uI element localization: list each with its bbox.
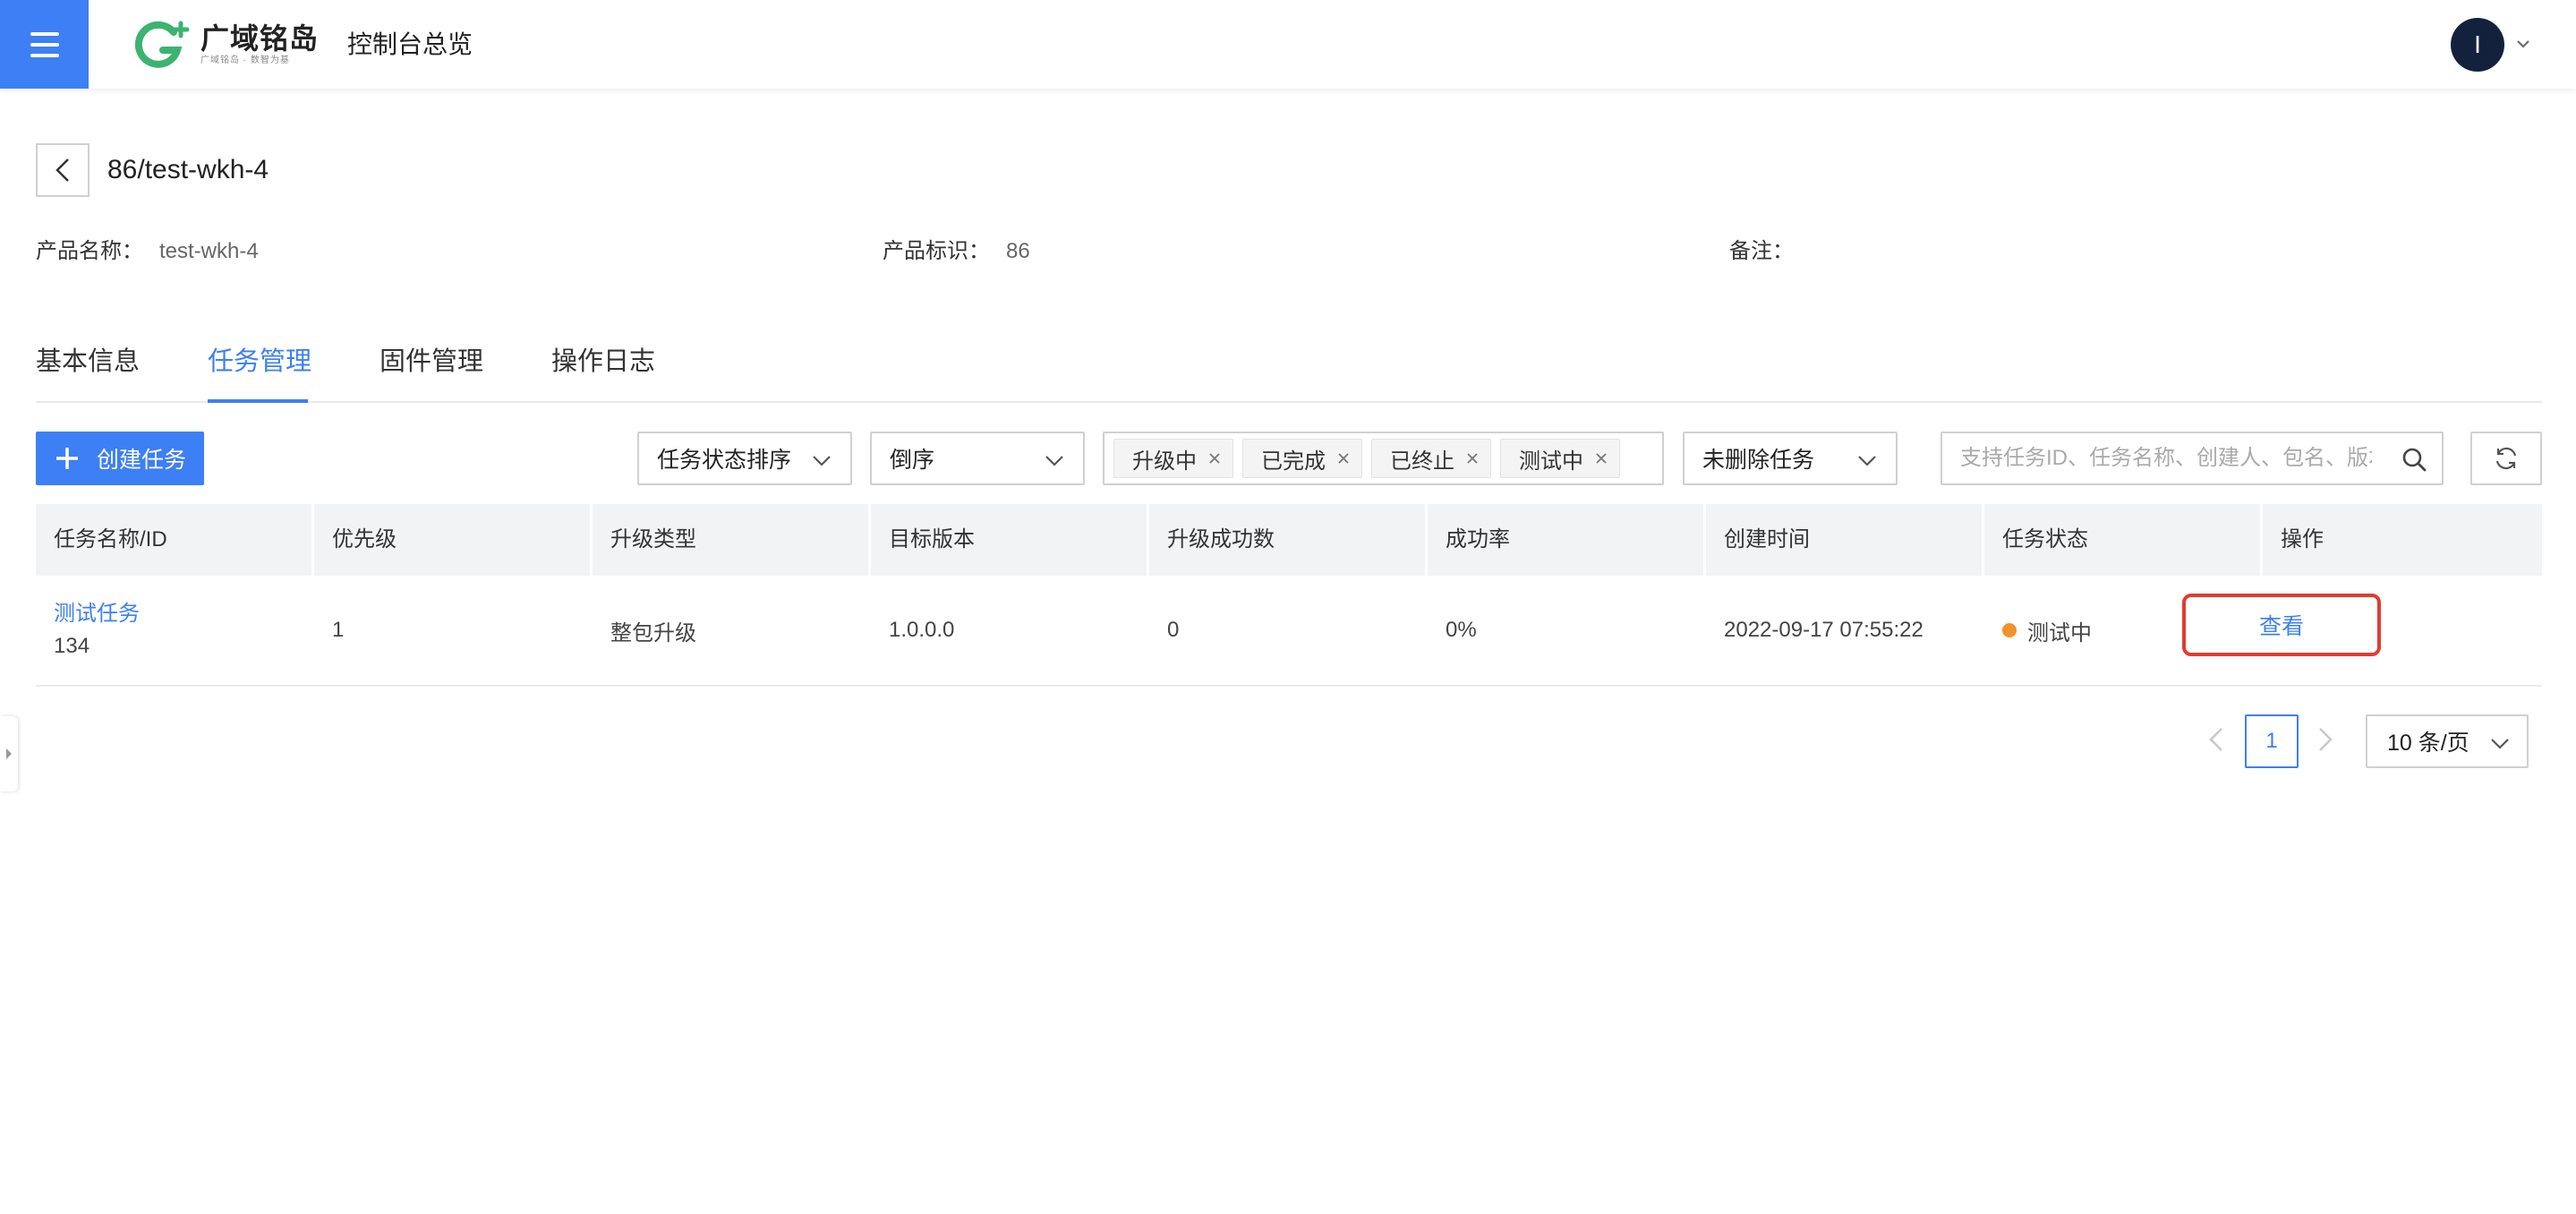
product-remark-label: 备注：: [1729, 239, 1794, 263]
brand-tagline: 广域铭岛 · 数智为基: [200, 56, 290, 65]
product-name-value: test-wkh-4: [159, 239, 259, 263]
product-remark-info: 备注：: [1729, 236, 1810, 267]
column-header: 任务状态: [1984, 504, 2263, 576]
column-header: 升级类型: [593, 504, 871, 576]
close-icon[interactable]: [1465, 451, 1480, 466]
hamburger-icon-line: [30, 42, 59, 47]
status-filter-select[interactable]: 升级中 已完成 已终止 测试中: [1103, 432, 1664, 485]
refresh-button[interactable]: [2470, 432, 2542, 485]
hamburger-icon-line: [30, 31, 59, 36]
hamburger-icon-line: [30, 53, 59, 57]
chevron-down-icon: [1045, 456, 1063, 466]
plus-icon: [56, 448, 78, 469]
status-tag: 已完成: [1242, 439, 1362, 478]
product-key-info: 产品标识： 86: [883, 236, 1030, 267]
tab-firmware-management[interactable]: 固件管理: [380, 344, 483, 380]
success-rate-cell: 0%: [1446, 618, 1477, 642]
status-tag: 已终止: [1371, 439, 1491, 478]
page-size-value: 10 条/页: [2387, 731, 2469, 756]
page-number-button[interactable]: 1: [2245, 714, 2299, 768]
product-name-label: 产品名称：: [36, 239, 143, 263]
task-id: 134: [54, 634, 90, 658]
column-header: 目标版本: [871, 504, 1149, 576]
menu-toggle-button[interactable]: [0, 0, 89, 89]
chevron-down-icon: [1858, 456, 1876, 466]
created-at-cell: 2022-09-17 07:55:22: [1724, 618, 1923, 642]
arrow-left-icon: [55, 158, 69, 182]
chevron-left-icon[interactable]: [2204, 725, 2232, 754]
status-dot: [2002, 623, 2017, 637]
priority-cell: 1: [332, 618, 345, 642]
tab-bar: 基本信息 任务管理 固件管理 操作日志: [36, 338, 2542, 403]
status-tag: 测试中: [1500, 439, 1620, 478]
column-header: 优先级: [314, 504, 593, 576]
upgrade-type-cell: 整包升级: [610, 620, 696, 645]
console-title[interactable]: 控制台总览: [347, 27, 473, 63]
close-icon[interactable]: [1336, 451, 1351, 466]
tab-basic-info[interactable]: 基本信息: [36, 344, 140, 380]
product-key-value: 86: [1006, 239, 1030, 263]
sort-field-select[interactable]: 任务状态排序: [637, 432, 852, 485]
column-header: 任务名称/ID: [36, 504, 314, 576]
status-tag: 升级中: [1113, 439, 1233, 478]
brand-name: 广域铭岛: [200, 22, 320, 55]
task-name-link[interactable]: 测试任务: [54, 598, 314, 630]
caret-right-icon: [6, 748, 12, 759]
status-tag-label: 已完成: [1261, 449, 1326, 474]
status-tag-label: 已终止: [1390, 449, 1454, 474]
create-task-button[interactable]: 创建任务: [36, 432, 204, 485]
search-icon[interactable]: [2401, 446, 2427, 473]
target-version-cell: 1.0.0.0: [889, 618, 955, 642]
column-header: 创建时间: [1706, 504, 1984, 576]
table-row: 测试任务 134 1 整包升级 1.0.0.0 0 0% 2022-09-17 …: [36, 576, 2542, 687]
close-icon[interactable]: [1594, 451, 1608, 466]
sort-order-value: 倒序: [890, 448, 935, 473]
status-tag-label: 测试中: [1519, 449, 1583, 474]
tab-task-management[interactable]: 任务管理: [208, 344, 311, 380]
close-icon[interactable]: [1207, 451, 1222, 466]
task-table: 任务名称/ID 优先级 升级类型 目标版本 升级成功数 成功率 创建时间 任务状…: [36, 504, 2542, 687]
delete-filter-select[interactable]: 未删除任务: [1683, 432, 1898, 485]
create-task-label: 创建任务: [97, 448, 187, 473]
search-input[interactable]: [1942, 435, 2372, 482]
tab-operation-log[interactable]: 操作日志: [551, 344, 655, 380]
column-header: 成功率: [1428, 504, 1706, 576]
task-name-cell: 测试任务 134: [36, 576, 314, 685]
top-header: 广域铭岛 广域铭岛 · 数智为基 控制台总览 I: [0, 0, 2576, 89]
back-button[interactable]: [36, 143, 90, 197]
chevron-down-icon[interactable]: [2515, 36, 2531, 52]
brand-logo[interactable]: 广域铭岛 广域铭岛 · 数智为基: [134, 20, 319, 70]
page-size-select[interactable]: 10 条/页: [2366, 714, 2529, 768]
delete-filter-value: 未删除任务: [1702, 448, 1815, 473]
refresh-icon: [2495, 447, 2517, 470]
avatar[interactable]: I: [2451, 18, 2504, 72]
view-task-link[interactable]: 查看: [2182, 594, 2381, 656]
product-key-label: 产品标识：: [883, 239, 990, 263]
active-tab-indicator: [208, 399, 308, 403]
column-header: 操作: [2281, 527, 2324, 551]
product-name-info: 产品名称： test-wkh-4: [36, 236, 259, 267]
success-count-cell: 0: [1167, 618, 1180, 642]
table-header: 任务名称/ID 优先级 升级类型 目标版本 升级成功数 成功率 创建时间 任务状…: [36, 504, 2542, 576]
page-title: 86/test-wkh-4: [107, 155, 269, 184]
sort-field-value: 任务状态排序: [657, 448, 792, 473]
sort-order-select[interactable]: 倒序: [870, 432, 1085, 485]
logo-icon: [134, 21, 190, 68]
status-tag-label: 升级中: [1132, 449, 1197, 474]
chevron-down-icon: [2491, 739, 2509, 749]
column-header: 升级成功数: [1149, 504, 1428, 576]
chevron-down-icon: [813, 456, 831, 466]
status-text: 测试中: [2027, 620, 2092, 645]
sidebar-expand-handle[interactable]: [0, 716, 18, 791]
chevron-right-icon[interactable]: [2309, 725, 2338, 754]
search-box: [1941, 432, 2444, 485]
